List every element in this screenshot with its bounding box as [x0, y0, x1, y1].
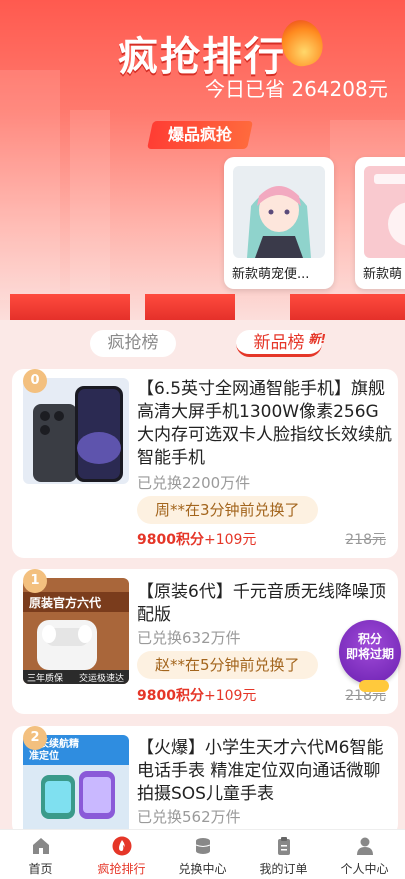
nav-label: 我的订单 — [259, 862, 308, 876]
price: 9800积分+109元 — [137, 529, 256, 549]
promo-name: 新款萌 — [363, 267, 403, 282]
nav-label: 疯抢排行 — [97, 862, 146, 876]
sold-count: 已兑换632万件 — [137, 629, 241, 647]
decor-stage — [145, 294, 235, 320]
thumb-banner: 原装官方六代 — [29, 596, 102, 610]
promo-card[interactable]: 新款萌 — [355, 157, 405, 289]
nav-ranking[interactable]: 疯抢排行 — [81, 830, 162, 879]
tab-new[interactable]: 新品榜 新! — [236, 330, 326, 357]
rank-badge: 1 — [23, 569, 47, 593]
cash-price: +109元 — [203, 688, 257, 704]
saved-amount: 今日已省 264208元 — [205, 77, 388, 101]
nav-home[interactable]: 首页 — [0, 830, 81, 879]
hot-ribbon: 爆品疯抢 — [147, 121, 253, 149]
nav-label: 首页 — [28, 862, 53, 876]
product-card[interactable]: 0 【6.5英寸全网通智能手机】旗舰高清大屏手机1300W像素256G大内存可选… — [12, 369, 398, 558]
price: 9800积分+109元 — [137, 685, 256, 705]
thumb-footer: 三年质保 — [27, 674, 64, 684]
new-badge: 新! — [308, 332, 326, 346]
home-icon — [32, 838, 49, 854]
nav-label: 兑换中心 — [178, 862, 227, 876]
promo-name: 新款萌宠便... — [232, 267, 310, 282]
product-title: 【火爆】小学生天才六代M6智能电话手表 精准定位双向通话微聊拍摄SOS儿童手表 — [137, 738, 384, 804]
cash-price: +109元 — [203, 532, 257, 548]
page-title: 疯抢排行 — [118, 33, 286, 80]
promo-card[interactable]: 新款萌宠便... — [224, 157, 334, 289]
thumb-footer-2: 交运极速达 — [79, 674, 125, 684]
tab-label: 新品榜 — [253, 333, 305, 353]
decor-building — [70, 110, 110, 300]
hero-banner: 疯抢排行 今日已省 264208元 爆品疯抢 新款萌宠便... 新款萌 — [0, 0, 405, 320]
product-thumbnail — [23, 378, 129, 484]
product-title: 【原装6代】千元音质无线降噪顶配版 — [137, 582, 386, 625]
coins-icon — [359, 680, 389, 692]
tab-label: 疯抢榜 — [107, 333, 159, 353]
points-price: 9800积分 — [137, 688, 204, 704]
redeem-ticker: 赵**在5分钟前兑换了 — [137, 651, 318, 679]
ranking-tabs: 疯抢榜 新品榜 新! — [0, 330, 405, 360]
rank-badge: 0 — [23, 369, 47, 393]
decor-building — [0, 70, 60, 300]
sold-count: 已兑换562万件 — [137, 808, 241, 826]
product-thumbnail: 超长续航精准定位 — [23, 735, 129, 841]
nav-label: 个人中心 — [340, 862, 389, 876]
bottom-nav: 首页 疯抢排行 兑换中心 我的订单 个人中心 — [0, 829, 405, 879]
phone-image — [23, 378, 129, 484]
product-title: 【6.5英寸全网通智能手机】旗舰高清大屏手机1300W像素256G大内存可选双卡… — [137, 379, 392, 468]
user-icon — [356, 837, 373, 855]
flame-icon — [112, 836, 131, 856]
product-thumbnail: 原装官方六代 三年质保 交运极速达 — [23, 578, 129, 684]
nav-orders[interactable]: 我的订单 — [243, 830, 324, 879]
points-expiring-badge[interactable]: 积分 即将过期 — [339, 620, 401, 692]
nav-exchange[interactable]: 兑换中心 — [162, 830, 243, 879]
decor-stage — [10, 294, 130, 320]
anime-girl-image — [233, 166, 325, 258]
badge-line-2: 即将过期 — [345, 647, 394, 661]
decor-stage — [290, 294, 405, 320]
sold-count: 已兑换2200万件 — [137, 474, 251, 492]
product-image — [364, 166, 405, 258]
rank-badge: 2 — [23, 726, 47, 750]
clipboard-icon — [277, 837, 290, 855]
original-price: 218元 — [345, 532, 386, 548]
redeem-ticker: 周**在3分钟前兑换了 — [137, 496, 318, 524]
hot-ribbon-label: 爆品疯抢 — [168, 125, 233, 144]
product-card[interactable]: 超长续航精准定位 2 【火爆】小学生天才六代M6智能电话手表 精准定位双向通话微… — [12, 726, 398, 841]
badge-line-1: 积分 — [357, 632, 382, 646]
nav-profile[interactable]: 个人中心 — [324, 830, 405, 879]
coins-icon — [195, 838, 210, 854]
points-price: 9800积分 — [137, 532, 204, 548]
tab-hot[interactable]: 疯抢榜 — [90, 330, 176, 357]
